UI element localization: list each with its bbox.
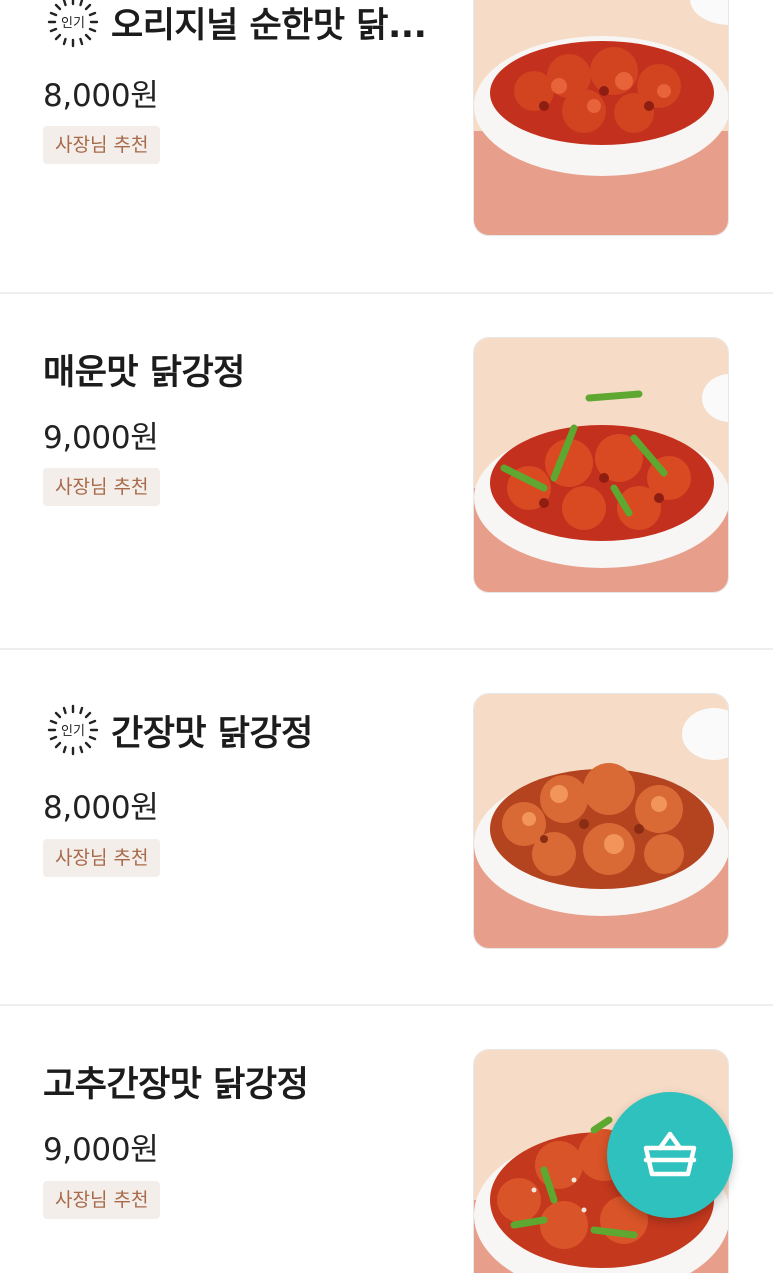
popular-badge-label: 인기 (61, 724, 85, 739)
popular-badge-label: 인기 (61, 16, 85, 31)
popular-badge-icon: 인기 (43, 0, 103, 48)
menu-item-title-row: 매운맛 닭강정 (43, 344, 245, 395)
menu-item-name: 고추간장맛 닭강정 (43, 1065, 309, 1105)
sweet-sour-chicken-photo[interactable] (473, 0, 729, 236)
menu-item-name: 오리지널 순한맛 닭... (111, 5, 427, 46)
recommendation-tag: 사장님 추천 (43, 1181, 161, 1219)
menu-item-price: 8,000원 (43, 790, 159, 826)
menu-item[interactable]: 매운맛 닭강정 9,000원 사장님 추천 (0, 294, 773, 650)
recommendation-tag: 사장님 추천 (43, 839, 161, 877)
basket-icon (643, 1131, 697, 1177)
menu-item-title-row: 고추간장맛 닭강정 (43, 1056, 308, 1107)
soy-chicken-photo[interactable] (473, 693, 729, 949)
menu-item[interactable]: 인기 오리지널 순한맛 닭... 8,000원 사장님 추천 (0, 0, 773, 294)
popular-badge-icon: 인기 (43, 704, 103, 756)
cart-button[interactable] (607, 1092, 733, 1218)
menu-item-name: 매운맛 닭강정 (43, 353, 245, 393)
recommendation-tag: 사장님 추천 (43, 468, 161, 506)
menu-item-price: 9,000원 (43, 420, 159, 456)
menu-item-price: 9,000원 (43, 1132, 159, 1168)
menu-item-title-row: 인기 간장맛 닭강정 (43, 704, 313, 756)
menu-item-name: 간장맛 닭강정 (111, 713, 313, 754)
menu-item[interactable]: 인기 간장맛 닭강정 8,000원 사장님 추천 (0, 650, 773, 1006)
menu-list: 인기 오리지널 순한맛 닭... 8,000원 사장님 추천 매운맛 닭강정 9… (0, 0, 773, 1273)
recommendation-tag: 사장님 추천 (43, 126, 161, 164)
menu-item-price: 8,000원 (43, 78, 159, 114)
spicy-chicken-photo[interactable] (473, 337, 729, 593)
menu-item-title-row: 인기 오리지널 순한맛 닭... (43, 0, 426, 48)
